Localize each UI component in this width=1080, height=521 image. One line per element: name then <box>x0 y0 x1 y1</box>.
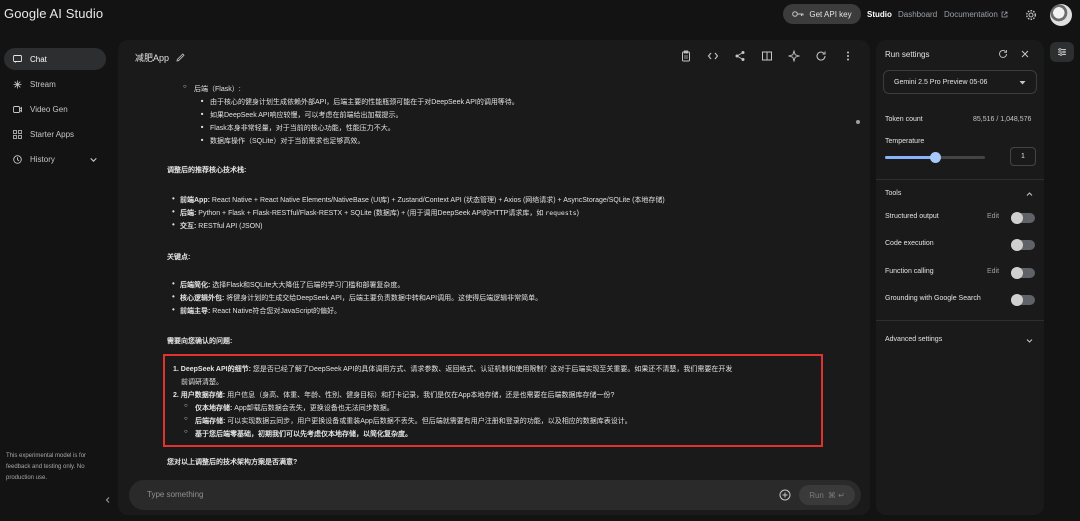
list-item: 由于核心的健身计划生成依赖外部API，后端主要的性能瓶颈可能在于对DeepSee… <box>201 97 519 107</box>
section-heading: 关键点: <box>167 254 191 261</box>
close-icon[interactable] <box>1020 49 1030 59</box>
tool-structured-output-label: Structured output <box>885 213 939 220</box>
edit-pencil-icon[interactable] <box>176 53 185 62</box>
token-count-value: 85,516 / 1,048,576 <box>973 116 1032 123</box>
temperature-slider-thumb[interactable] <box>929 152 941 163</box>
list-item: 如果DeepSeek API响应较慢，可以考虑在前端给出加载提示。 <box>201 110 403 120</box>
clipboard-icon[interactable] <box>680 50 692 62</box>
section-heading: 需要向您确认的问题: <box>167 338 233 345</box>
code-execution-toggle[interactable] <box>1011 239 1035 251</box>
chevron-down-icon[interactable] <box>1026 337 1033 344</box>
refresh-icon[interactable] <box>815 50 827 62</box>
section-heading: 调整后的推荐核心技术栈: <box>167 167 247 174</box>
scroll-indicator[interactable] <box>856 120 860 124</box>
chat-toolbar <box>680 50 854 62</box>
sparkle-tool-icon[interactable] <box>788 50 800 62</box>
sidebar-item-history[interactable]: History <box>4 148 106 170</box>
caret-down-icon <box>1019 81 1026 85</box>
experimental-disclaimer: This experimental model is for feedback … <box>6 453 87 481</box>
inline-code: requests <box>545 209 577 217</box>
sidebar-item-label: Chat <box>30 54 47 64</box>
temperature-slider-fill <box>885 156 935 159</box>
chevron-down-icon[interactable] <box>89 155 98 164</box>
get-api-key-button[interactable]: Get API key <box>783 4 861 24</box>
list-item: 前端主导: React Native符合您对JavaScript的偏好。 <box>172 305 341 316</box>
run-settings-title: Run settings <box>885 50 930 59</box>
model-select[interactable]: Gemini 2.5 Pro Preview 05-06 <box>883 70 1037 94</box>
video-icon <box>13 105 22 113</box>
run-settings-panel: Run settings Gemini 2.5 Pro Preview 05-0… <box>876 40 1044 515</box>
nav-documentation-label: Documentation <box>944 10 998 19</box>
temperature-input[interactable]: 1 <box>1010 147 1036 166</box>
temperature-label: Temperature <box>885 138 925 145</box>
apps-icon <box>13 129 22 139</box>
chat-icon <box>13 54 22 63</box>
reset-settings-icon[interactable] <box>998 49 1008 59</box>
list-item: 前端App: React Native + React Native Eleme… <box>172 194 665 205</box>
closing-question: 您对以上调整后的技术架构方案是否满意? <box>167 459 298 466</box>
list-item: 核心逻辑外包: 将健身计划的生成交给DeepSeek API，后端主要负责数据中… <box>172 292 542 303</box>
prompt-input-bar[interactable]: Type something Run ⌘ ↵ <box>129 480 861 510</box>
model-select-value: Gemini 2.5 Pro Preview 05-06 <box>894 78 988 86</box>
list-item: 后端简化: 选择Flask和SQLite大大降低了后端的学习门槛和部署复杂度。 <box>172 279 404 290</box>
tools-label[interactable]: Tools <box>885 190 901 197</box>
settings-gear-icon[interactable] <box>1025 9 1037 21</box>
tool-code-execution-label: Code execution <box>885 240 934 247</box>
chat-title: 减肥App <box>135 51 185 64</box>
app-logo[interactable]: Google AI Studio <box>4 6 103 21</box>
highlight-annotation-box <box>163 354 823 447</box>
external-link-icon <box>1001 11 1008 18</box>
list-item: 后端: Python + Flask + Flask-RESTful/Flask… <box>172 207 579 218</box>
chevron-up-icon[interactable] <box>1026 191 1033 198</box>
get-api-key-label: Get API key <box>809 9 852 19</box>
sidebar-item-label: Video Gen <box>30 104 68 114</box>
tool-function-calling-label: Function calling <box>885 268 934 275</box>
sidebar-item-starter-apps[interactable]: Starter Apps <box>4 123 106 145</box>
function-calling-toggle[interactable] <box>1011 267 1035 279</box>
structured-output-edit-link[interactable]: Edit <box>987 213 999 220</box>
list-item: 后端（Flask）: <box>183 84 241 94</box>
user-avatar[interactable] <box>1050 4 1072 26</box>
sidebar-item-chat[interactable]: Chat <box>4 48 106 70</box>
sidebar-item-video-gen[interactable]: Video Gen <box>4 98 106 120</box>
prompt-input[interactable]: Type something <box>147 490 203 499</box>
sidebar: Chat Stream Video Gen Starter Apps Histo… <box>0 48 112 173</box>
divider <box>876 179 1044 180</box>
sidebar-item-label: History <box>30 154 55 164</box>
history-icon <box>13 154 22 164</box>
share-icon[interactable] <box>734 50 746 62</box>
tool-grounding-label: Grounding with Google Search <box>885 295 981 302</box>
nav-dashboard[interactable]: Dashboard <box>898 10 937 19</box>
sidebar-item-stream[interactable]: Stream <box>4 73 106 95</box>
temperature-slider[interactable] <box>885 152 985 163</box>
more-vert-icon[interactable] <box>842 50 854 62</box>
run-label: Run <box>809 490 824 500</box>
grounding-toggle[interactable] <box>1011 294 1035 306</box>
key-icon <box>792 11 804 17</box>
add-media-icon[interactable] <box>779 489 791 501</box>
nav-documentation[interactable]: Documentation <box>944 10 1008 19</box>
compare-icon[interactable] <box>761 50 773 62</box>
collapse-sidebar-icon[interactable] <box>104 496 112 504</box>
chat-title-text: 减肥App <box>135 53 170 63</box>
list-item: 数据库操作（SQLite）对于当前需求也足够高效。 <box>201 136 364 146</box>
tune-settings-button[interactable] <box>1050 42 1074 62</box>
run-shortcut: ⌘ ↵ <box>827 490 845 500</box>
nav-studio[interactable]: Studio <box>867 10 892 19</box>
sidebar-item-label: Stream <box>30 79 56 89</box>
top-bar: Google AI Studio Get API key Studio Dash… <box>0 0 1080 30</box>
sidebar-item-label: Starter Apps <box>30 129 75 139</box>
divider <box>876 320 1044 321</box>
tune-icon <box>1058 48 1066 56</box>
token-count-label: Token count <box>885 116 923 123</box>
advanced-settings-label[interactable]: Advanced settings <box>885 336 942 343</box>
stream-icon <box>13 80 22 88</box>
structured-output-toggle[interactable] <box>1011 212 1035 224</box>
run-button[interactable]: Run ⌘ ↵ <box>799 485 855 505</box>
code-icon[interactable] <box>707 50 719 62</box>
list-item: Flask本身非常轻量，对于当前的核心功能，性能压力不大。 <box>201 123 395 133</box>
function-calling-edit-link[interactable]: Edit <box>987 268 999 275</box>
list-item: 交互: RESTful API (JSON) <box>172 220 263 231</box>
